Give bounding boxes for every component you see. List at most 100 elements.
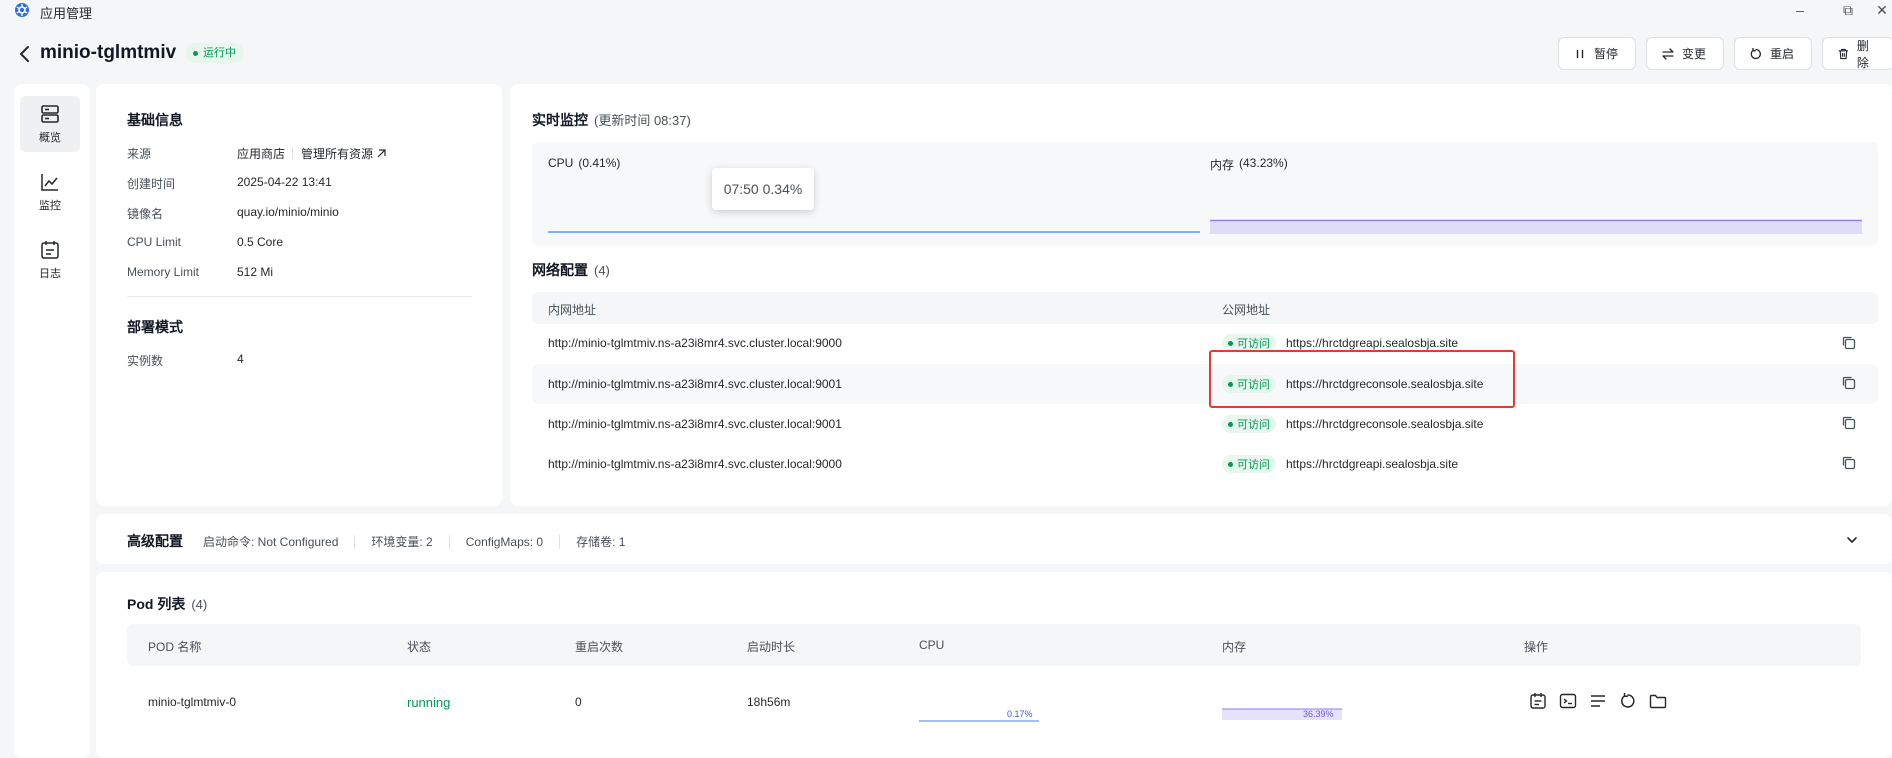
details-list-icon[interactable] [1588, 691, 1608, 711]
sidebar-item-overview[interactable]: 概览 [20, 96, 80, 152]
pod-cpu-value: 0.17% [1007, 709, 1033, 719]
pod-restart-icon[interactable] [1618, 691, 1638, 711]
restart-button[interactable]: 重启 [1734, 37, 1812, 70]
access-badge: 可访问 [1222, 455, 1276, 473]
external-link-icon [377, 148, 386, 157]
chevron-down-icon[interactable] [1844, 532, 1860, 548]
deploy-mode-title: 部署模式 [127, 319, 183, 335]
restore-button[interactable]: ⧉ [1834, 0, 1862, 20]
pod-restarts: 0 [575, 695, 582, 709]
sidebar-item-logs[interactable]: 日志 [20, 232, 80, 288]
basic-info-title: 基础信息 [127, 112, 183, 128]
pause-button[interactable]: 暂停 [1558, 37, 1636, 70]
pod-table-header [127, 624, 1861, 666]
change-button[interactable]: 变更 [1646, 37, 1724, 70]
sidebar: 概览 监控 日志 [14, 84, 90, 758]
pod-list-title: Pod 列表 [127, 596, 186, 612]
copy-icon[interactable] [1840, 454, 1858, 472]
chart-line-icon [41, 174, 58, 191]
replicas-label: 实例数 [127, 354, 164, 368]
back-arrow-icon[interactable] [16, 44, 34, 64]
mem-chart [1210, 219, 1862, 234]
advanced-separator [559, 534, 561, 549]
delete-button[interactable]: 删除 [1822, 37, 1892, 70]
source-divider [292, 147, 293, 159]
terminal-icon[interactable] [1558, 691, 1578, 711]
pod-logs-icon[interactable] [1528, 691, 1548, 711]
restart-label: 重启 [1770, 47, 1795, 61]
access-label: 可访问 [1237, 338, 1270, 350]
public-address-link[interactable]: https://hrctdgreapi.sealosbja.site [1286, 336, 1458, 350]
access-dot [1228, 340, 1233, 346]
pause-icon [1576, 49, 1584, 58]
cpu-chart-label: CPU (0.41%) [548, 156, 620, 170]
minimize-button[interactable]: – [1786, 0, 1814, 20]
pod-list-header: Pod 列表 (4) [127, 594, 207, 614]
basic-info-divider [127, 296, 472, 297]
delete-label: 删除 [1856, 38, 1869, 70]
app-name: minio-tglmtmiv [40, 42, 177, 63]
col-pod-name: POD 名称 [148, 640, 202, 654]
close-window-button[interactable]: ✕ [1872, 0, 1892, 20]
manage-resources-label: 管理所有资源 [301, 147, 374, 161]
network-count: (4) [594, 263, 610, 278]
pod-uptime: 18h56m [747, 695, 791, 709]
basic-info-card [96, 84, 502, 506]
advanced-title: 高级配置 [127, 533, 183, 549]
status-label: 运行中 [203, 47, 236, 59]
image-label: 镜像名 [127, 207, 164, 221]
cpu-chart [548, 231, 1200, 233]
folder-icon[interactable] [1648, 691, 1668, 711]
col-restarts: 重启次数 [575, 640, 624, 654]
window-title: 应用管理 [40, 6, 93, 21]
public-address-link[interactable]: https://hrctdgreapi.sealosbja.site [1286, 457, 1458, 471]
monitor-updated: (更新时间 08:37) [594, 113, 691, 128]
highlight-box [1209, 350, 1515, 408]
sidebar-item-label: 监控 [39, 200, 61, 212]
advanced-separator [448, 534, 450, 549]
access-label: 可访问 [1237, 419, 1270, 431]
image-value: quay.io/minio/minio [237, 205, 339, 219]
col-actions: 操作 [1524, 640, 1549, 654]
internal-address: http://minio-tglmtmiv.ns-a23i8mr4.svc.cl… [548, 417, 842, 431]
advanced-item: ConfigMaps: 0 [465, 534, 544, 549]
app-logo-icon [15, 3, 29, 17]
public-address-link[interactable]: https://hrctdgreconsole.sealosbja.site [1286, 417, 1483, 431]
network-table-header [532, 292, 1878, 324]
col-internal-address: 内网地址 [548, 303, 597, 317]
advanced-separator [354, 534, 356, 549]
chart-tooltip: 07:50 0.34% [712, 168, 814, 210]
advanced-item: 环境变量: 2 [371, 535, 433, 549]
mem-value: (43.23%) [1239, 156, 1288, 170]
internal-address: http://minio-tglmtmiv.ns-a23i8mr4.svc.cl… [548, 457, 842, 471]
created-value: 2025-04-22 13:41 [237, 175, 332, 189]
access-badge: 可访问 [1222, 415, 1276, 433]
advanced-item: 存储卷: 1 [576, 535, 626, 549]
status-badge: 运行中 [185, 43, 244, 63]
access-dot [1228, 461, 1233, 467]
created-label: 创建时间 [127, 177, 176, 191]
pause-label: 暂停 [1594, 47, 1619, 61]
memory-limit-label: Memory Limit [127, 265, 200, 279]
cpu-value: (0.41%) [578, 156, 621, 170]
memory-limit-value: 512 Mi [237, 265, 274, 279]
source-value: 应用商店 [237, 147, 286, 161]
sidebar-item-label: 概览 [39, 132, 61, 144]
cpu-label: CPU [548, 156, 574, 170]
monitor-header: 实时监控 (更新时间 08:37) [532, 110, 691, 130]
advanced-item: 启动命令: Not Configured [203, 535, 339, 549]
trash-icon [1838, 48, 1849, 59]
col-cpu: CPU [919, 638, 945, 652]
advanced-summary: 启动命令: Not Configured 环境变量: 2 ConfigMaps:… [203, 533, 625, 550]
monitor-title: 实时监控 [532, 112, 588, 128]
server-icon [41, 105, 59, 123]
copy-icon[interactable] [1840, 414, 1858, 432]
copy-icon[interactable] [1840, 334, 1858, 352]
restart-icon [1750, 47, 1761, 59]
sidebar-item-monitor[interactable]: 监控 [20, 164, 80, 220]
source-label: 来源 [127, 147, 152, 161]
pod-name: minio-tglmtmiv-0 [148, 695, 237, 709]
status-dot [193, 50, 198, 56]
copy-icon[interactable] [1840, 374, 1858, 392]
manage-resources-link[interactable]: 管理所有资源 [301, 145, 386, 162]
